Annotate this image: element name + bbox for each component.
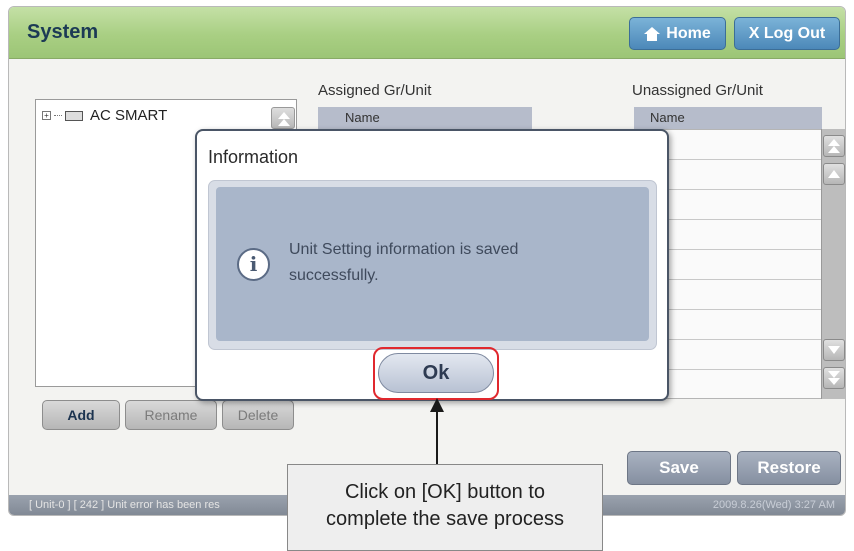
page-title: System	[27, 21, 99, 43]
tree-scroll-top-button[interactable]	[271, 107, 295, 129]
scroll-down-icon[interactable]	[823, 339, 845, 361]
unassigned-column-header: Name	[634, 107, 822, 129]
scroll-up-icon[interactable]	[823, 163, 845, 185]
status-message: [ Unit-0 ] [ 242 ] Unit error has been r…	[29, 499, 220, 511]
folder-icon	[65, 110, 83, 121]
callout-line-2: complete the save process	[326, 508, 564, 530]
assigned-title: Assigned Gr/Unit	[318, 82, 432, 99]
scroll-top-icon[interactable]	[823, 135, 845, 157]
status-datetime: 2009.8.26(Wed) 3:27 AM	[712, 499, 835, 511]
home-icon	[644, 26, 661, 41]
dialog-message: Unit Setting information is saved succes…	[289, 241, 519, 284]
save-button[interactable]: Save	[627, 451, 731, 485]
callout-pointer-line	[436, 404, 438, 464]
dialog-body: i Unit Setting information is saved succ…	[208, 180, 657, 350]
delete-button[interactable]: Delete	[222, 400, 294, 430]
tree-connector	[54, 115, 62, 116]
add-button[interactable]: Add	[42, 400, 120, 430]
tree-node-label: AC SMART	[90, 107, 168, 124]
assigned-column-header: Name	[318, 107, 532, 129]
information-dialog: Information i Unit Setting information i…	[195, 129, 669, 401]
home-button[interactable]: Home	[629, 17, 726, 50]
title-bar: System Home X Log Out	[9, 7, 845, 59]
dialog-title: Information	[208, 147, 299, 167]
ok-button[interactable]: Ok	[378, 353, 494, 393]
instruction-callout: Click on [OK] button to complete the sav…	[287, 464, 603, 551]
unassigned-scrollbar[interactable]	[821, 129, 845, 399]
restore-button[interactable]: Restore	[737, 451, 841, 485]
expand-icon[interactable]: +	[42, 111, 51, 120]
home-button-label: Home	[666, 24, 711, 42]
callout-arrow-icon	[430, 398, 444, 412]
dialog-message-panel: i Unit Setting information is saved succ…	[216, 187, 649, 341]
rename-button[interactable]: Rename	[125, 400, 217, 430]
info-icon: i	[237, 248, 270, 281]
callout-line-1: Click on [OK] button to	[344, 481, 546, 503]
scroll-bottom-icon[interactable]	[823, 367, 845, 389]
logout-button[interactable]: X Log Out	[734, 17, 840, 50]
unassigned-title: Unassigned Gr/Unit	[632, 82, 763, 99]
tree-node-root[interactable]: + AC SMART	[42, 107, 167, 124]
